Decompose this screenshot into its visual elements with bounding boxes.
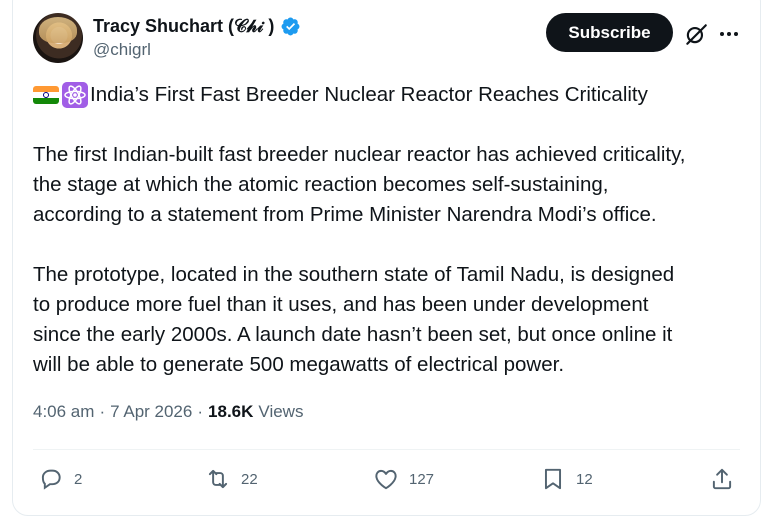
like-button[interactable]: 127 — [373, 465, 434, 493]
reply-icon — [41, 469, 61, 490]
repost-icon — [208, 469, 228, 489]
meta-separator: · — [197, 402, 204, 421]
paragraph2-line: to produce more fuel than it uses, and h… — [33, 293, 649, 316]
meta-separator: · — [99, 402, 106, 421]
divider — [33, 449, 740, 450]
share-button[interactable] — [709, 465, 735, 493]
repost-count: 22 — [241, 470, 258, 488]
bookmark-icon — [544, 468, 562, 490]
verified-badge-icon — [281, 17, 300, 35]
views-count: 18.6K — [208, 402, 254, 421]
like-count: 127 — [409, 470, 435, 488]
paragraph2-line: The prototype, located in the southern s… — [33, 263, 675, 286]
india-flag-icon — [33, 86, 59, 104]
views-label: Views — [258, 402, 304, 421]
atom-symbol-icon — [62, 82, 88, 108]
bookmark-count: 12 — [576, 470, 593, 488]
grok-icon[interactable] — [683, 21, 709, 47]
reply-count: 2 — [74, 470, 83, 488]
paragraph1-line: the stage at which the atomic reaction b… — [33, 173, 609, 196]
paragraph2-line: since the early 2000s. A launch date has… — [33, 323, 673, 346]
author-handle[interactable]: @chigrl — [93, 40, 151, 60]
paragraph2-line: will be able to generate 500 megawatts o… — [33, 353, 565, 376]
author-name-row: Tracy Shuchart (𝒞𝒽𝒾 ) — [93, 14, 301, 38]
heart-icon — [375, 469, 397, 490]
tweet-text: India’s First Fast Breeder Nuclear React… — [33, 80, 745, 380]
paragraph1-line: The first Indian-built fast breeder nucl… — [33, 143, 686, 166]
subscribe-button[interactable]: Subscribe — [546, 13, 673, 52]
reply-button[interactable]: 2 — [38, 465, 82, 493]
repost-button[interactable]: 22 — [205, 465, 258, 493]
tweet-date[interactable]: 7 Apr 2026 — [110, 402, 192, 422]
more-options-icon[interactable] — [716, 22, 742, 46]
tweet-time[interactable]: 4:06 am — [33, 402, 94, 422]
share-icon — [712, 468, 732, 490]
bookmark-button[interactable]: 12 — [540, 465, 593, 493]
tweet-title: India’s First Fast Breeder Nuclear React… — [90, 83, 648, 106]
avatar[interactable] — [33, 13, 83, 63]
paragraph1-line: according to a statement from Prime Mini… — [33, 203, 657, 226]
author-display-name[interactable]: Tracy Shuchart (𝒞𝒽𝒾 ) — [93, 16, 274, 37]
tweet-meta: 4:06 am · 7 Apr 2026 · 18.6K Views — [33, 402, 303, 422]
tweet-title-line: India’s First Fast Breeder Nuclear React… — [33, 80, 745, 110]
